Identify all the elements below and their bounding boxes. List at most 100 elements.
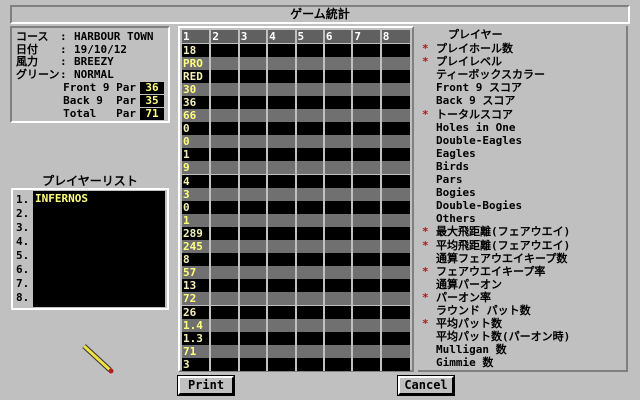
grid-cell bbox=[239, 43, 269, 57]
grid-cell: 8 bbox=[182, 253, 212, 267]
column-header-player-1[interactable]: 1 bbox=[182, 30, 212, 44]
course-info-separator: : bbox=[60, 55, 67, 68]
grid-cell bbox=[381, 305, 411, 319]
grid-row: 8 bbox=[182, 253, 411, 267]
course-info-value: NORMAL bbox=[74, 67, 114, 81]
grid-cell bbox=[381, 253, 411, 267]
player-list[interactable]: INFERNOS 1. 2. 3. 4. 5. 6. 7. 8. bbox=[11, 188, 169, 310]
stat-label: Bogies bbox=[422, 186, 476, 199]
stat-label-text: Mulligan 数 bbox=[436, 343, 507, 357]
grid-cell bbox=[324, 357, 354, 371]
window-title: ゲーム統計 bbox=[290, 7, 350, 21]
cancel-button[interactable]: Cancel bbox=[397, 375, 455, 396]
grid-cell: 71 bbox=[182, 344, 212, 358]
grid-cell bbox=[353, 331, 382, 345]
grid-cell bbox=[296, 82, 325, 96]
grid-cell bbox=[296, 253, 325, 267]
grid-cell bbox=[211, 305, 240, 319]
grid-cell bbox=[296, 200, 325, 214]
grid-cell bbox=[353, 279, 382, 293]
grid-header-row: 12345678 bbox=[182, 30, 411, 44]
grid-cell bbox=[239, 109, 269, 123]
grid-cell: 245 bbox=[182, 240, 212, 254]
column-header-player-7[interactable]: 7 bbox=[353, 30, 382, 44]
grid-cell bbox=[381, 174, 411, 188]
grid-row: 13 bbox=[182, 279, 411, 293]
par-label: Total Par bbox=[63, 107, 136, 120]
course-info-key: グリーン bbox=[16, 67, 60, 81]
grid-cell bbox=[296, 266, 325, 280]
grid-cell bbox=[268, 69, 297, 83]
grid-cell bbox=[324, 187, 354, 201]
grid-cell bbox=[353, 253, 382, 267]
grid-cell bbox=[296, 279, 325, 293]
grid-cell bbox=[324, 318, 354, 332]
grid-cell bbox=[239, 82, 269, 96]
grid-cell bbox=[353, 69, 382, 83]
stat-label-text: Double-Eagles bbox=[436, 133, 523, 147]
grid-cell bbox=[239, 187, 269, 201]
grid-row: 0 bbox=[182, 200, 411, 214]
grid-cell bbox=[296, 148, 325, 162]
grid-cell bbox=[353, 161, 382, 175]
grid-cell bbox=[324, 148, 354, 162]
stat-label-text: Back 9 スコア bbox=[436, 94, 516, 108]
column-header-player-3[interactable]: 3 bbox=[239, 30, 269, 44]
par-row: Total Par 71 bbox=[16, 108, 164, 120]
stat-label: * プレイレベル bbox=[422, 55, 502, 68]
grid-cell bbox=[353, 174, 382, 188]
grid-cell bbox=[353, 56, 382, 70]
print-button[interactable]: Print bbox=[177, 375, 235, 396]
grid-cell bbox=[324, 82, 354, 96]
stat-label: Double-Eagles bbox=[422, 134, 522, 147]
grid-cell bbox=[353, 148, 382, 162]
grid-cell bbox=[211, 43, 240, 57]
grid-cell bbox=[239, 135, 269, 149]
grid-cell bbox=[381, 161, 411, 175]
column-header-player-4[interactable]: 4 bbox=[268, 30, 297, 44]
player-list-box[interactable]: INFERNOS bbox=[33, 191, 165, 307]
grid-cell bbox=[268, 226, 297, 240]
par-label: Front 9 Par bbox=[63, 81, 136, 94]
grid-cell bbox=[353, 43, 382, 57]
grid-cell: 9 bbox=[182, 161, 212, 175]
grid-cell bbox=[296, 69, 325, 83]
stat-label-text: Front 9 スコア bbox=[436, 81, 522, 95]
grid-cell bbox=[296, 305, 325, 319]
grid-cell bbox=[381, 200, 411, 214]
grid-cell bbox=[268, 318, 297, 332]
grid-cell bbox=[211, 344, 240, 358]
grid-cell bbox=[211, 292, 240, 306]
grid-cell bbox=[296, 213, 325, 227]
grid-cell bbox=[296, 357, 325, 371]
grid-row: 9 bbox=[182, 161, 411, 175]
course-info-value: BREEZY bbox=[74, 55, 114, 68]
grid-cell bbox=[268, 200, 297, 214]
grid-cell bbox=[324, 109, 354, 123]
grid-cell bbox=[211, 161, 240, 175]
stat-label-text: Eagles bbox=[436, 146, 476, 160]
column-header-player-5[interactable]: 5 bbox=[296, 30, 325, 44]
grid-cell bbox=[381, 226, 411, 240]
column-header-player-2[interactable]: 2 bbox=[211, 30, 240, 44]
grid-cell bbox=[381, 187, 411, 201]
grid-row: 0 bbox=[182, 135, 411, 149]
column-header-player-8[interactable]: 8 bbox=[381, 30, 411, 44]
grid-cell bbox=[239, 69, 269, 83]
grid-cell bbox=[381, 148, 411, 162]
grid-cell bbox=[324, 226, 354, 240]
grid-cell bbox=[268, 148, 297, 162]
grid-cell bbox=[296, 43, 325, 57]
grid-row: 1.4 bbox=[182, 318, 411, 332]
grid-cell: 26 bbox=[182, 305, 212, 319]
grid-row: 30 bbox=[182, 82, 411, 96]
grid-cell bbox=[381, 292, 411, 306]
column-header-player-6[interactable]: 6 bbox=[324, 30, 354, 44]
grid-cell bbox=[381, 318, 411, 332]
grid-cell bbox=[239, 174, 269, 188]
grid-cell bbox=[324, 43, 354, 57]
grid-row: 66 bbox=[182, 109, 411, 123]
player-name[interactable]: INFERNOS bbox=[35, 192, 163, 205]
stat-label: Pars bbox=[422, 173, 463, 186]
grid-cell bbox=[324, 95, 354, 109]
